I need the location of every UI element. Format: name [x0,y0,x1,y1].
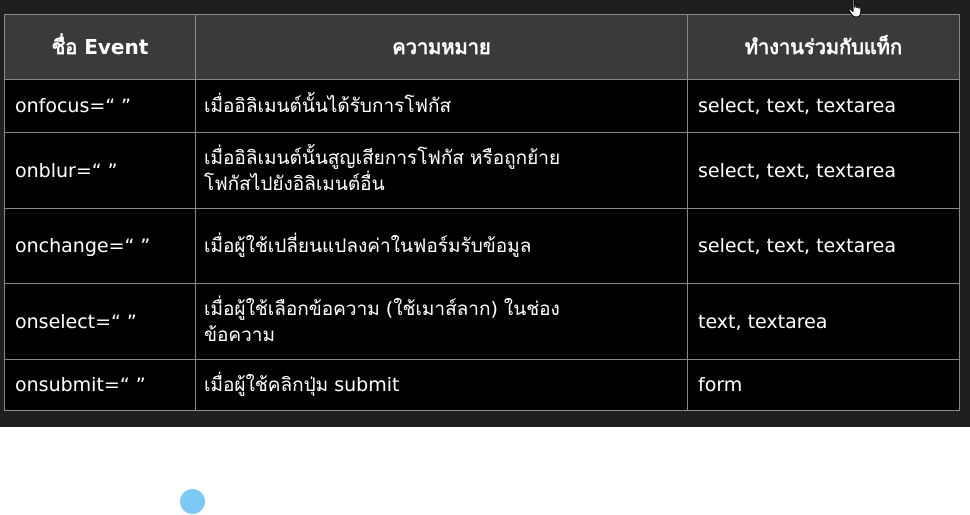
event-meaning-cell: เมื่อผู้ใช้เลือกข้อความ (ใช้เมาส์ลาก) ใน… [195,283,688,360]
event-name-cell: onsubmit=“ ” [4,359,196,411]
event-name-cell: onselect=“ ” [4,283,196,360]
event-tags-cell: form [687,359,960,411]
table-row: onchange=“ ” เมื่อผู้ใช้เปลี่ยนแปลงค่าใน… [4,208,960,284]
hand-cursor-icon [848,0,862,18]
event-tags-cell: text, textarea [687,283,960,360]
header-meaning: ความหมาย [195,14,688,80]
slide-screen: ชื่อ Event ความหมาย ทำงานร่วมกับแท็ก onf… [0,0,970,427]
event-name-cell: onfocus=“ ” [4,79,196,133]
events-table: ชื่อ Event ความหมาย ทำงานร่วมกับแท็ก onf… [4,14,960,411]
event-meaning-cell: เมื่ออิลิเมนต์นั้นได้รับการโฟกัส [195,79,688,133]
meaning-line: ข้อความ [204,323,275,346]
table-row: onselect=“ ” เมื่อผู้ใช้เลือกข้อความ (ใช… [4,283,960,360]
event-tags-cell: select, text, textarea [687,208,960,284]
table-header-row: ชื่อ Event ความหมาย ทำงานร่วมกับแท็ก [4,14,960,80]
table-row: onfocus=“ ” เมื่ออิลิเมนต์นั้นได้รับการโ… [4,79,960,133]
table-row: onblur=“ ” เมื่ออิลิเมนต์นั้นสูญเสียการโ… [4,132,960,209]
header-tags: ทำงานร่วมกับแท็ก [687,14,960,80]
event-meaning-cell: เมื่อผู้ใช้คลิกปุ่ม submit [195,359,688,411]
event-meaning-cell: เมื่ออิลิเมนต์นั้นสูญเสียการโฟกัส หรือถู… [195,132,688,209]
event-name-cell: onchange=“ ” [4,208,196,284]
meaning-line: เมื่อผู้ใช้เลือกข้อความ (ใช้เมาส์ลาก) ใน… [204,297,560,320]
table-row: onsubmit=“ ” เมื่อผู้ใช้คลิกปุ่ม submit … [4,359,960,411]
header-event-name: ชื่อ Event [4,14,196,80]
event-tags-cell: select, text, textarea [687,132,960,209]
event-name-cell: onblur=“ ” [4,132,196,209]
event-tags-cell: select, text, textarea [687,79,960,133]
event-meaning-cell: เมื่อผู้ใช้เปลี่ยนแปลงค่าในฟอร์มรับข้อมู… [195,208,688,284]
meaning-line: เมื่ออิลิเมนต์นั้นสูญเสียการโฟกัส หรือถู… [204,146,561,169]
blue-dot-icon [180,489,205,514]
meaning-line: โฟกัสไปยังอิลิเมนต์อื่น [204,172,385,195]
